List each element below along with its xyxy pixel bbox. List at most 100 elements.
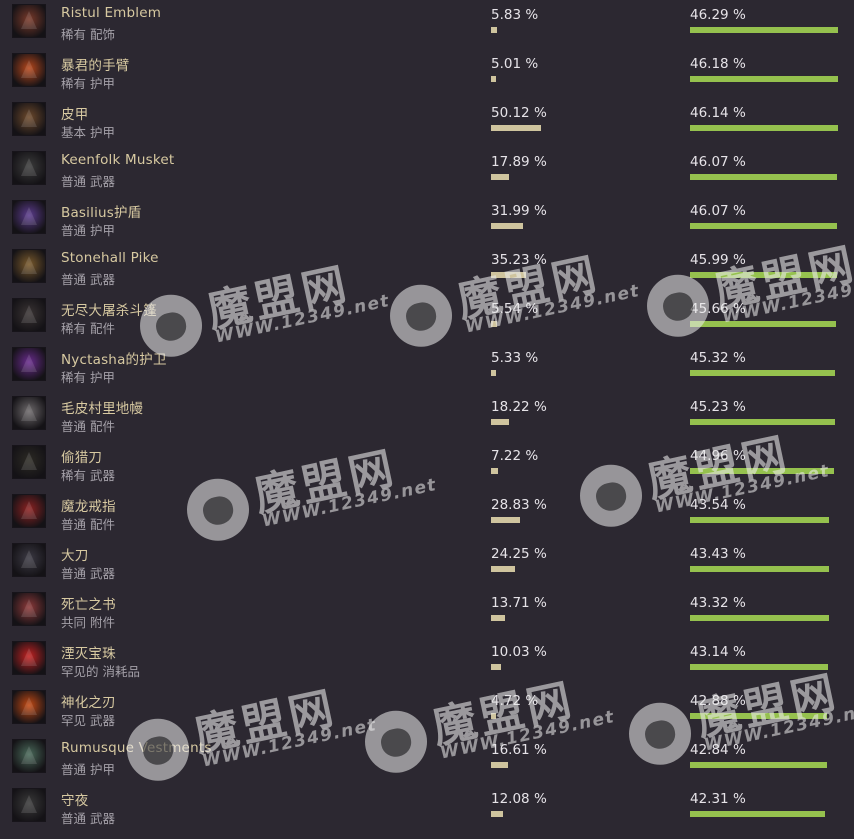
win-rate-bar xyxy=(690,321,836,327)
crystal-shield-icon[interactable] xyxy=(12,200,46,234)
item-meta: 稀有 配饰 xyxy=(61,24,115,43)
item-row[interactable]: Stonehall Pike 普通 武器 35.23 % 45.99 % xyxy=(0,245,854,294)
item-name[interactable]: 皮甲 xyxy=(61,103,88,123)
item-name[interactable]: 暴君的手臂 xyxy=(61,54,130,74)
item-name[interactable]: Nyctasha的护卫 xyxy=(61,348,167,368)
item-row[interactable]: 魔龙戒指 普通 配件 28.83 % 43.54 % xyxy=(0,490,854,539)
win-rate-value: 46.07 % xyxy=(690,203,746,219)
pick-rate-value: 10.03 % xyxy=(491,644,547,660)
win-rate-value: 45.99 % xyxy=(690,252,746,268)
item-name[interactable]: Keenfolk Musket xyxy=(61,152,174,168)
item-meta: 稀有 护甲 xyxy=(61,73,115,92)
item-name[interactable]: 守夜 xyxy=(61,789,88,809)
item-meta: 普通 武器 xyxy=(61,563,115,582)
pick-rate-value: 35.23 % xyxy=(491,252,547,268)
item-meta: 稀有 护甲 xyxy=(61,367,115,386)
item-name[interactable]: 毛皮村里地幔 xyxy=(61,397,143,417)
item-row[interactable]: 湮灭宝珠 罕见的 消耗品 10.03 % 43.14 % xyxy=(0,637,854,686)
item-name[interactable]: Basilius护盾 xyxy=(61,201,141,221)
pick-rate-value: 5.54 % xyxy=(491,301,539,317)
pick-rate-bar xyxy=(491,321,497,327)
fire-blade-icon[interactable] xyxy=(12,690,46,724)
item-row[interactable]: Basilius护盾普通 护甲 31.99 % 46.07 % xyxy=(0,196,854,245)
pick-rate-bar xyxy=(491,76,496,82)
cloak-icon[interactable] xyxy=(12,298,46,332)
item-type: 护甲 xyxy=(90,370,116,385)
item-name[interactable]: 无尽大屠杀斗篷 xyxy=(61,299,157,319)
leather-armor-icon[interactable] xyxy=(12,102,46,136)
item-name[interactable]: 魔龙戒指 xyxy=(61,495,116,515)
win-rate-bar xyxy=(690,76,838,82)
item-row[interactable]: 偷猎刀 稀有 武器 7.22 % 44.96 % xyxy=(0,441,854,490)
book-icon[interactable] xyxy=(12,592,46,626)
item-row[interactable]: 大刀 普通 武器 24.25 % 43.43 % xyxy=(0,539,854,588)
emblem-icon[interactable] xyxy=(12,4,46,38)
item-type: 消耗品 xyxy=(102,664,141,679)
item-type: 配饰 xyxy=(90,27,116,42)
win-rate-value: 43.54 % xyxy=(690,497,746,513)
item-row[interactable]: Rumusque Vestments 普通 护甲 16.61 % 42.84 % xyxy=(0,735,854,784)
item-rarity: 稀有 xyxy=(61,468,87,483)
item-row[interactable]: 死亡之书 共同 附件 13.71 % 43.32 % xyxy=(0,588,854,637)
pick-rate-value: 31.99 % xyxy=(491,203,547,219)
item-type: 护甲 xyxy=(90,223,116,238)
item-meta: 普通 武器 xyxy=(61,808,115,827)
item-name[interactable]: Ristul Emblem xyxy=(61,5,161,21)
purple-guard-icon[interactable] xyxy=(12,347,46,381)
pick-rate-value: 50.12 % xyxy=(491,105,547,121)
item-name[interactable]: Stonehall Pike xyxy=(61,250,159,266)
pick-rate-value: 5.01 % xyxy=(491,56,539,72)
pick-rate-value: 7.22 % xyxy=(491,448,539,464)
item-row[interactable]: 暴君的手臂 稀有 护甲 5.01 % 46.18 % xyxy=(0,49,854,98)
gauntlet-icon[interactable] xyxy=(12,53,46,87)
pick-rate-value: 12.08 % xyxy=(491,791,547,807)
vestments-icon[interactable] xyxy=(12,739,46,773)
item-row[interactable]: Nyctasha的护卫 稀有 护甲 5.33 % 45.32 % xyxy=(0,343,854,392)
win-rate-bar xyxy=(690,811,825,817)
win-rate-value: 43.43 % xyxy=(690,546,746,562)
hunting-knife-icon[interactable] xyxy=(12,445,46,479)
fur-mantle-icon[interactable] xyxy=(12,396,46,430)
pick-rate-bar xyxy=(491,664,501,670)
item-name[interactable]: 死亡之书 xyxy=(61,593,116,613)
pick-rate-bar xyxy=(491,811,503,817)
orb-icon[interactable] xyxy=(12,641,46,675)
win-rate-value: 45.66 % xyxy=(690,301,746,317)
item-rarity: 普通 xyxy=(61,566,87,581)
blade-icon[interactable] xyxy=(12,543,46,577)
item-row[interactable]: 无尽大屠杀斗篷 稀有 配件 5.54 % 45.66 % xyxy=(0,294,854,343)
win-rate-bar xyxy=(690,27,838,33)
pick-rate-bar xyxy=(491,762,508,768)
item-rarity: 普通 xyxy=(61,811,87,826)
item-row[interactable]: 神化之刃 罕见 武器 4.72 % 42.88 % xyxy=(0,686,854,735)
item-type: 武器 xyxy=(90,174,116,189)
item-name[interactable]: 神化之刃 xyxy=(61,691,116,711)
item-row[interactable]: 守夜 普通 武器 12.08 % 42.31 % xyxy=(0,784,854,833)
item-name[interactable]: 偷猎刀 xyxy=(61,446,102,466)
win-rate-value: 46.07 % xyxy=(690,154,746,170)
item-name[interactable]: Rumusque Vestments xyxy=(61,740,212,756)
item-type: 护甲 xyxy=(90,762,116,777)
item-name[interactable]: 大刀 xyxy=(61,544,88,564)
item-type: 武器 xyxy=(90,272,116,287)
dragon-ring-icon[interactable] xyxy=(12,494,46,528)
pick-rate-bar xyxy=(491,615,505,621)
dagger-icon[interactable] xyxy=(12,788,46,822)
musket-icon[interactable] xyxy=(12,151,46,185)
pick-rate-value: 13.71 % xyxy=(491,595,547,611)
item-name[interactable]: 湮灭宝珠 xyxy=(61,642,116,662)
item-type: 配件 xyxy=(90,419,116,434)
item-rarity: 稀有 xyxy=(61,370,87,385)
item-rarity: 普通 xyxy=(61,223,87,238)
pike-icon[interactable] xyxy=(12,249,46,283)
item-row[interactable]: Ristul Emblem 稀有 配饰 5.83 % 46.29 % xyxy=(0,0,854,49)
win-rate-bar xyxy=(690,272,837,278)
item-row[interactable]: Keenfolk Musket 普通 武器 17.89 % 46.07 % xyxy=(0,147,854,196)
item-meta: 共同 附件 xyxy=(61,612,115,631)
item-type: 武器 xyxy=(90,713,116,728)
item-row[interactable]: 毛皮村里地幔 普通 配件 18.22 % 45.23 % xyxy=(0,392,854,441)
item-row[interactable]: 皮甲 基本 护甲 50.12 % 46.14 % xyxy=(0,98,854,147)
item-rarity: 稀有 xyxy=(61,27,87,42)
win-rate-bar xyxy=(690,223,837,229)
win-rate-bar xyxy=(690,713,827,719)
